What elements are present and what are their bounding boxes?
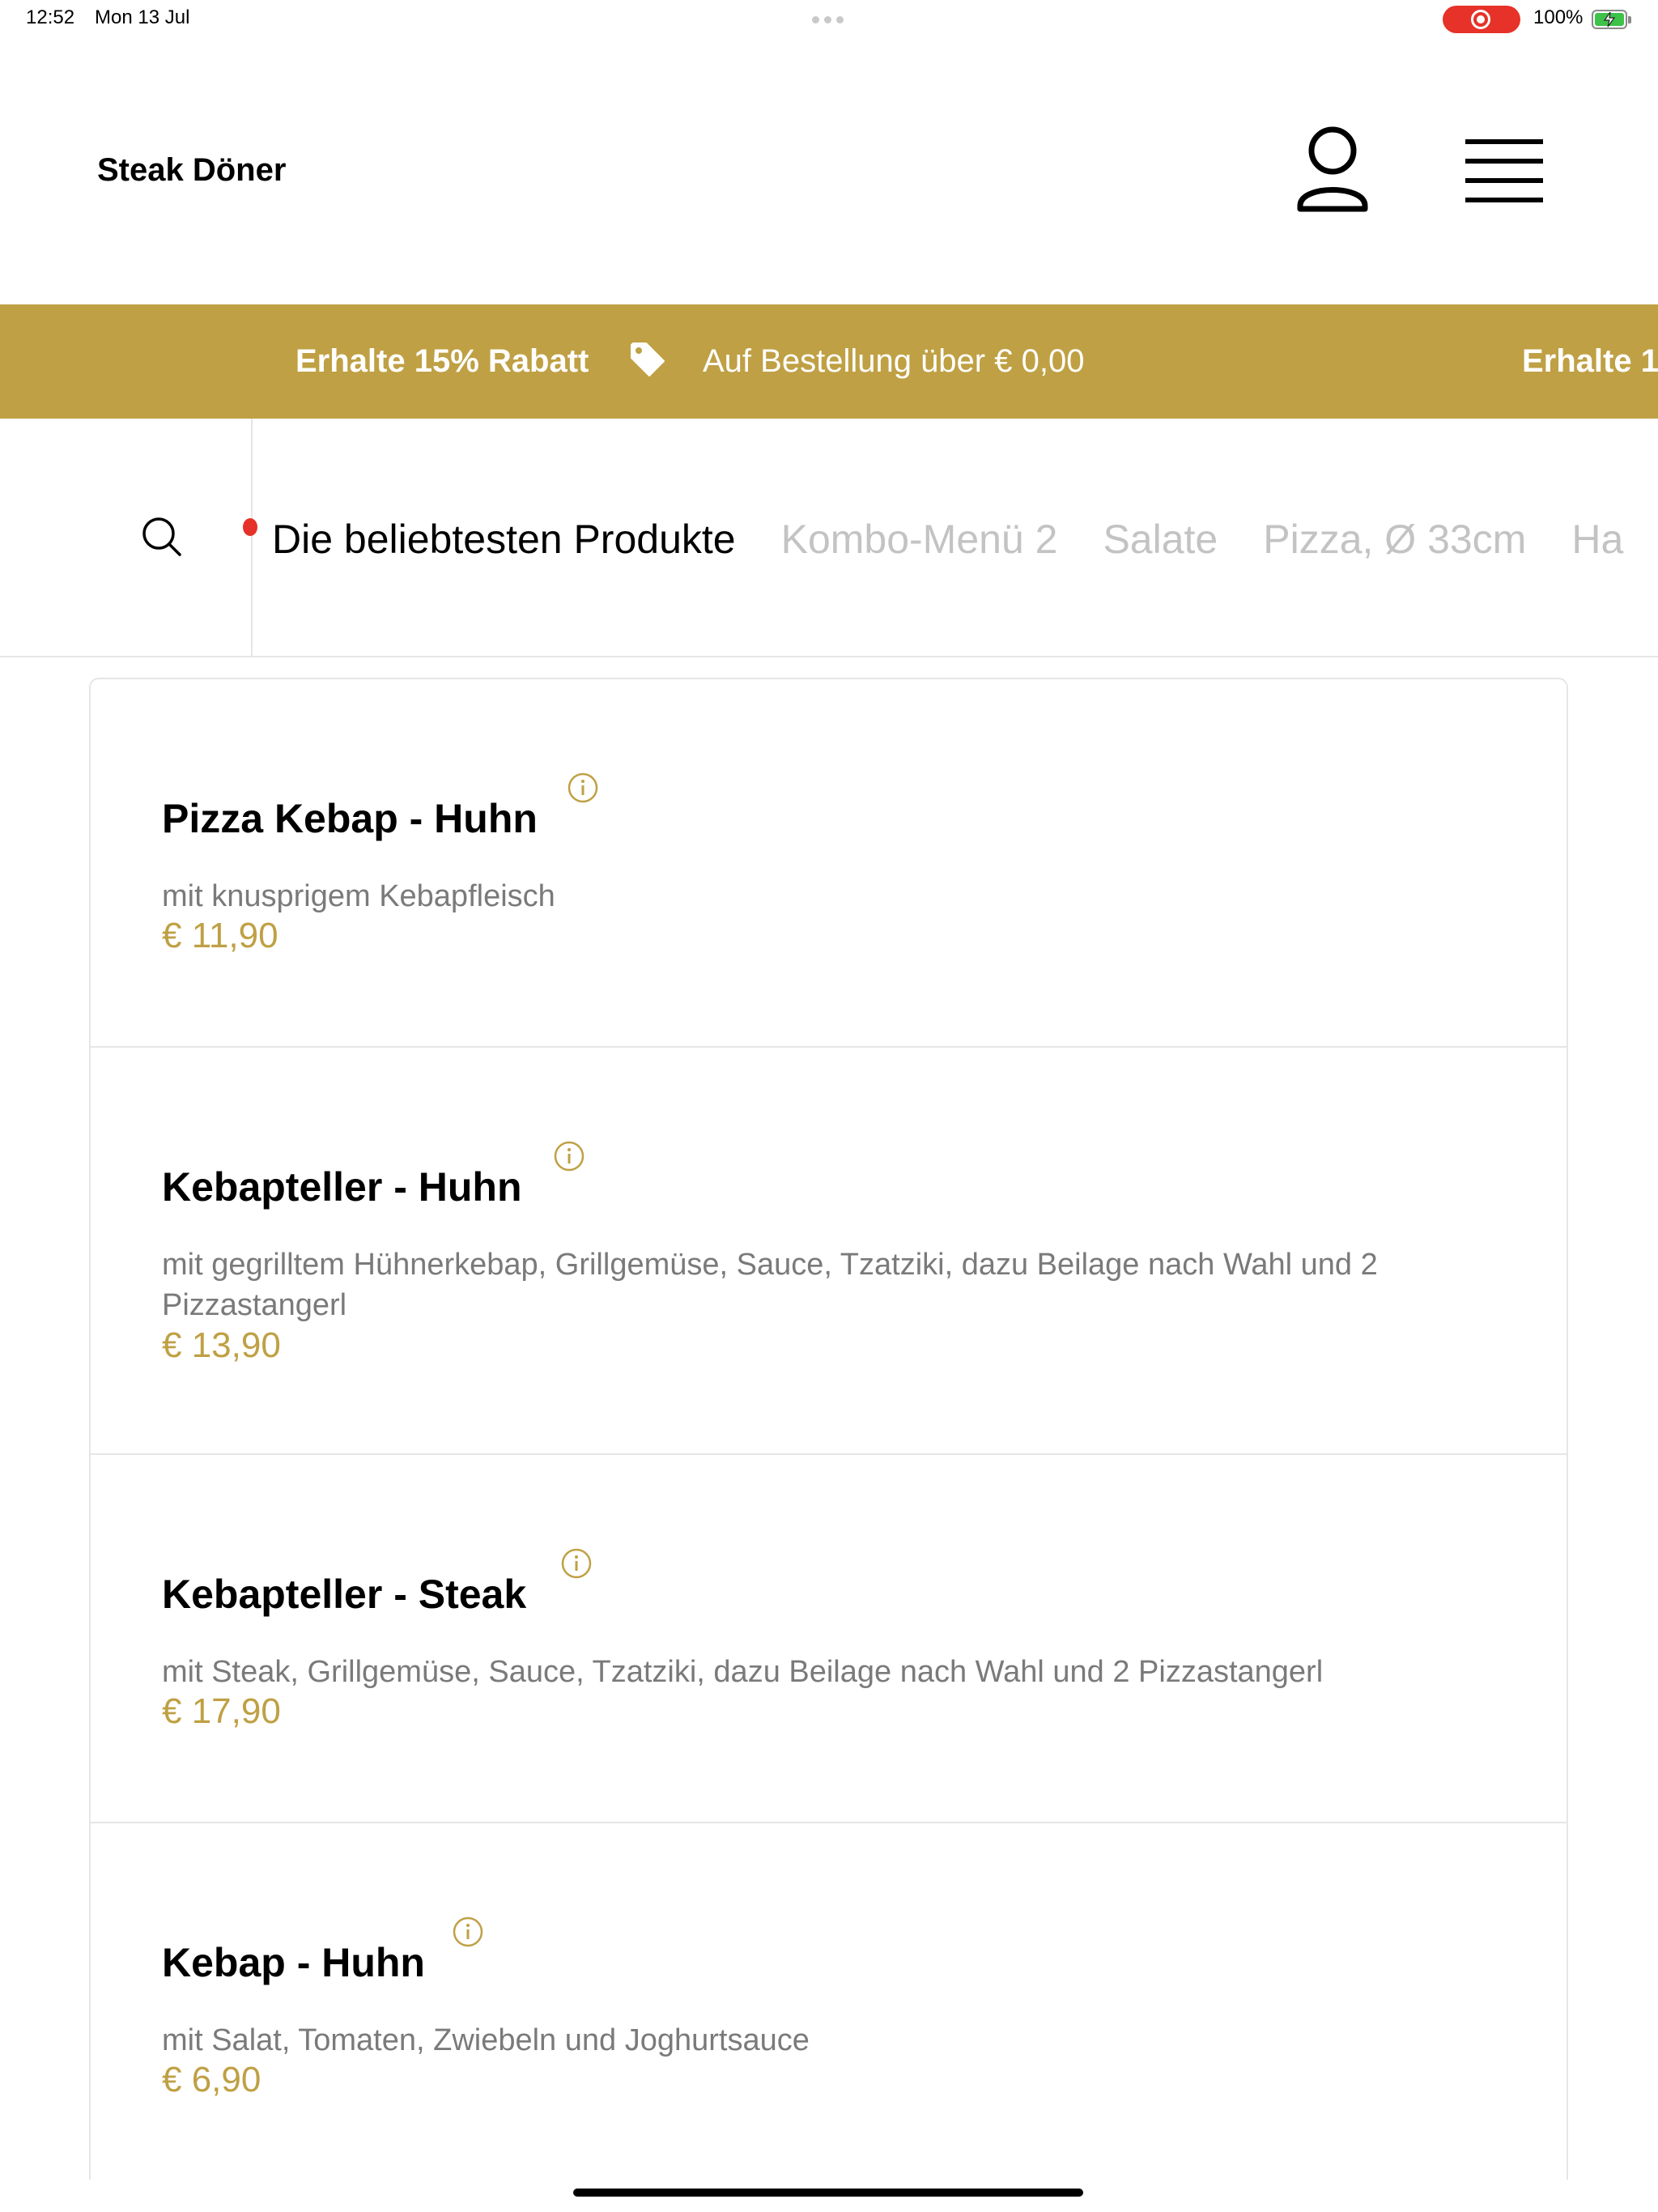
status-time: 12:52	[26, 6, 75, 28]
product-card[interactable]: Kebapteller - Steak mit Steak, Grillgemü…	[91, 1455, 1567, 1823]
user-icon	[1297, 126, 1368, 212]
product-card[interactable]: Kebapteller - Huhn mit gegrilltem Hühner…	[91, 1048, 1567, 1455]
info-icon[interactable]	[567, 772, 599, 804]
product-price: € 11,90	[162, 916, 278, 955]
promo-subtitle: Auf Bestellung über € 0,00	[703, 343, 1085, 379]
product-card[interactable]: Kebap - Huhn mit Salat, Tomaten, Zwiebel…	[91, 1823, 1567, 2180]
tab-salate[interactable]: Salate	[1103, 516, 1218, 563]
multitasking-dots[interactable]	[812, 16, 844, 23]
info-icon[interactable]	[553, 1140, 585, 1172]
product-name: Kebap - Huhn	[162, 1940, 425, 1985]
brand-title[interactable]: Steak Döner	[97, 152, 286, 189]
info-icon[interactable]	[452, 1916, 484, 1948]
status-bar: 12:52 Mon 13 Jul 100%	[0, 0, 1658, 39]
screen-recording-indicator[interactable]	[1443, 6, 1520, 33]
status-date: Mon 13 Jul	[95, 6, 190, 28]
app-header: Steak Döner	[0, 39, 1658, 304]
nav-divider	[251, 419, 253, 656]
product-description: mit knusprigem Kebapfleisch	[162, 879, 555, 913]
category-indicator	[243, 518, 257, 536]
tab-kombo-menu-2[interactable]: Kombo-Menü 2	[781, 516, 1058, 563]
promo-title: Erhalte 15% Rabatt	[295, 343, 589, 379]
menu-icon	[1465, 139, 1543, 202]
product-name: Kebapteller - Huhn	[162, 1164, 522, 1210]
product-name: Kebapteller - Steak	[162, 1572, 527, 1617]
product-card[interactable]: Pizza Kebap - Huhn mit knusprigem Kebapf…	[91, 679, 1567, 1048]
home-indicator[interactable]	[573, 2189, 1083, 2197]
battery-icon	[1592, 10, 1631, 29]
promo-title-repeat: Erhalte 1	[1522, 343, 1658, 379]
hamburger-menu-button[interactable]	[1464, 134, 1545, 207]
page: 12:52 Mon 13 Jul 100% Steak Döner Erhalt…	[0, 0, 1658, 2212]
product-description: mit Salat, Tomaten, Zwiebeln und Joghurt…	[162, 2023, 810, 2057]
tag-icon	[628, 340, 667, 383]
product-name: Pizza Kebap - Huhn	[162, 796, 538, 841]
product-price: € 6,90	[162, 2060, 261, 2099]
search-icon	[142, 517, 181, 556]
product-list: Pizza Kebap - Huhn mit knusprigem Kebapf…	[89, 678, 1568, 2180]
product-description: mit Steak, Grillgemüse, Sauce, Tzatziki,…	[162, 1655, 1324, 1689]
product-price: € 13,90	[162, 1325, 281, 1365]
account-button[interactable]	[1294, 125, 1371, 214]
tab-pizza-33cm[interactable]: Pizza, Ø 33cm	[1263, 516, 1526, 563]
product-description: mit gegrilltem Hühnerkebap, Grillgemüse,…	[162, 1248, 1378, 1322]
tab-ha[interactable]: Ha	[1571, 516, 1623, 563]
battery-percentage: 100%	[1533, 6, 1584, 28]
tab-die-beliebtesten-produkte[interactable]: Die beliebtesten Produkte	[272, 516, 736, 563]
search-button[interactable]	[139, 514, 185, 559]
category-tabs: Die beliebtesten Produkte Kombo-Menü 2 S…	[272, 516, 1623, 563]
category-nav: Die beliebtesten Produkte Kombo-Menü 2 S…	[0, 419, 1658, 657]
discount-banner: Erhalte 15% Rabatt Auf Bestellung über €…	[0, 304, 1658, 419]
info-icon[interactable]	[560, 1547, 593, 1580]
product-price: € 17,90	[162, 1691, 281, 1731]
